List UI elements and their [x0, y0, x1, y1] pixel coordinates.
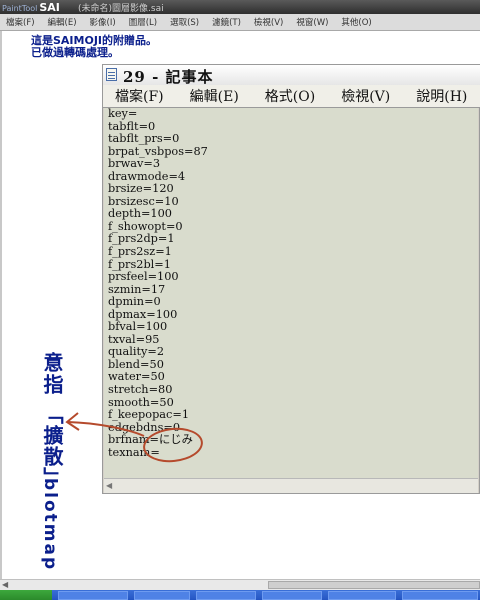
- notepad-menu-edit[interactable]: 編輯(E): [190, 86, 239, 106]
- menu-select[interactable]: 選取(S): [164, 16, 206, 28]
- notepad-icon: [106, 68, 117, 81]
- text-line: prsfeel=100: [108, 270, 179, 284]
- notepad-title: 29 - 記事本: [123, 68, 214, 86]
- menu-file[interactable]: 檔案(F): [0, 16, 42, 28]
- text-line: bfval=100: [108, 320, 168, 334]
- notepad-menu-help[interactable]: 說明(H): [416, 86, 467, 106]
- taskbar: [0, 590, 480, 600]
- taskbar-button[interactable]: [328, 591, 396, 600]
- canvas-left-edge: [0, 31, 2, 579]
- intro-line-2: 已做過轉碼處理。: [31, 46, 119, 59]
- text-line: f_keepopac=1: [108, 408, 190, 422]
- sai-menu-bar: 檔案(F) 編輯(E) 影像(I) 圖層(L) 選取(S) 濾鏡(T) 檢視(V…: [0, 14, 480, 31]
- text-line: brpat_vsbpos=87: [108, 144, 208, 158]
- taskbar-button[interactable]: [196, 591, 256, 600]
- window-title: (未命名)圖層影像.sai: [78, 4, 164, 14]
- scrollbar-thumb[interactable]: [268, 581, 480, 589]
- notepad-menu-file[interactable]: 檔案(F): [115, 86, 164, 106]
- text-line: stretch=80: [108, 383, 173, 397]
- sai-logo: PaintTool SAI: [2, 1, 60, 14]
- taskbar-button[interactable]: [402, 591, 478, 600]
- annotation-arrow-icon: [65, 412, 145, 437]
- notepad-menu-view[interactable]: 檢視(V): [341, 86, 390, 106]
- menu-other[interactable]: 其他(O): [335, 16, 378, 28]
- notepad-window: 29 - 記事本 檔案(F) 編輯(E) 格式(O) 檢視(V) 說明(H) k…: [102, 64, 480, 494]
- scroll-left-arrow-icon[interactable]: ◀: [2, 580, 8, 589]
- notepad-horizontal-scrollbar[interactable]: ◀: [104, 478, 478, 493]
- text-line: key=: [108, 108, 138, 120]
- text-line: dpmin=0: [108, 295, 161, 309]
- text-line: brwav=3: [108, 157, 161, 171]
- text-line: brsize=120: [108, 182, 174, 196]
- notepad-menu-format[interactable]: 格式(O): [265, 86, 315, 106]
- start-button[interactable]: [0, 590, 52, 600]
- menu-image[interactable]: 影像(I): [84, 16, 123, 28]
- text-line: f_prs2sz=1: [108, 245, 172, 259]
- menu-filter[interactable]: 濾鏡(T): [206, 16, 248, 28]
- annotation-note-1: 意指: [40, 352, 64, 396]
- menu-layer[interactable]: 圖層(L): [123, 16, 164, 28]
- taskbar-button[interactable]: [58, 591, 128, 600]
- scroll-left-arrow-icon[interactable]: ◀: [106, 481, 112, 490]
- annotation-note-3: blotmap: [40, 478, 60, 572]
- notepad-text-area[interactable]: key= tabflt=0 tabflt_prs=0 brpat_vsbpos=87 b…: [104, 108, 478, 478]
- menu-edit[interactable]: 編輯(E): [42, 16, 84, 28]
- notepad-menu-bar: 檔案(F) 編輯(E) 格式(O) 檢視(V) 說明(H): [103, 85, 480, 108]
- taskbar-button[interactable]: [262, 591, 322, 600]
- menu-window[interactable]: 視窗(W): [290, 16, 335, 28]
- menu-view[interactable]: 檢視(V): [248, 16, 290, 28]
- notepad-title-bar: 29 - 記事本: [103, 65, 480, 86]
- sai-title-bar: PaintTool SAI (未命名)圖層影像.sai: [0, 0, 480, 14]
- text-line: tabflt_prs=0: [108, 132, 180, 146]
- intro-text: 這是SAIMOJI的附贈品。 已做過轉碼處理。: [31, 35, 157, 59]
- annotation-note-2: 「擴散」: [40, 404, 64, 488]
- taskbar-button[interactable]: [134, 591, 190, 600]
